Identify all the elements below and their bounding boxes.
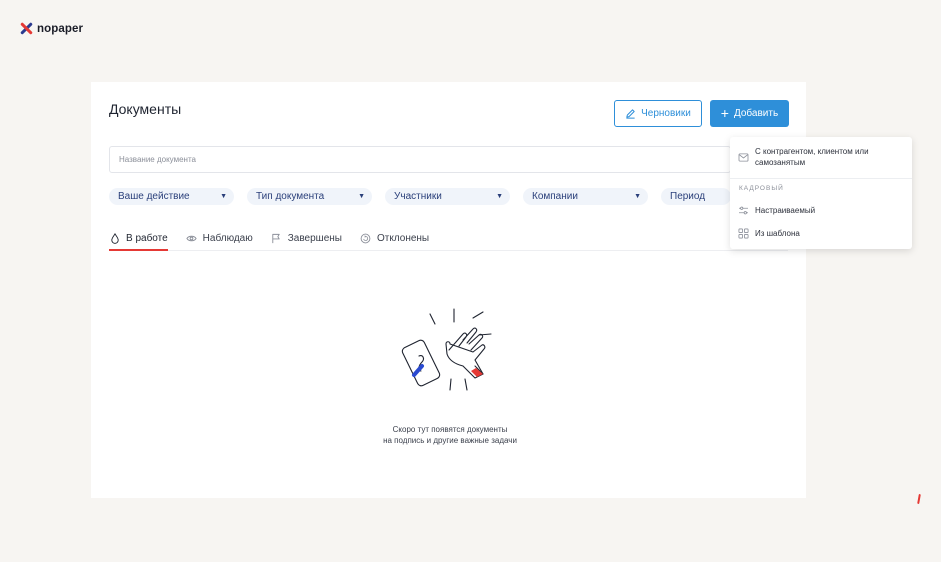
high-five-illustration xyxy=(401,308,492,391)
documents-card: Документы Черновики + Добавить Ваше дейс… xyxy=(91,82,806,498)
status-tabs: В работе Наблюдаю Завершены Отклонены xyxy=(109,226,788,251)
filter-label: Тип документа xyxy=(256,191,325,202)
filter-label: Участники xyxy=(394,191,442,202)
rotate-icon xyxy=(360,233,371,244)
tab-label: Завершены xyxy=(287,232,342,244)
add-button-label: Добавить xyxy=(733,108,779,119)
drafts-button-label: Черновики xyxy=(641,108,691,119)
logo-text: nopaper xyxy=(37,22,84,35)
chevron-down-icon: ▼ xyxy=(634,193,641,200)
chevron-down-icon: ▼ xyxy=(358,193,365,200)
filter-companies[interactable]: Компании ▼ xyxy=(523,188,648,205)
tab-watching[interactable]: Наблюдаю xyxy=(186,226,271,250)
logo-x-icon xyxy=(20,22,33,35)
chevron-down-icon: ▼ xyxy=(220,193,227,200)
add-menu: С контрагентом, клиентом или самозанятым… xyxy=(730,137,912,249)
menu-item-counterparty[interactable]: С контрагентом, клиентом или самозанятым xyxy=(738,146,905,168)
add-button[interactable]: + Добавить xyxy=(710,100,789,127)
eye-icon xyxy=(186,233,197,244)
filter-label: Компании xyxy=(532,191,578,202)
filter-document-type[interactable]: Тип документа ▼ xyxy=(247,188,372,205)
empty-state-line-1: Скоро тут появятся документы xyxy=(392,425,508,434)
document-search xyxy=(109,146,731,173)
page-title: Документы xyxy=(109,101,182,117)
sliders-icon xyxy=(738,205,749,216)
chevron-down-icon: ▼ xyxy=(496,193,503,200)
drop-icon xyxy=(109,232,120,244)
drafts-button[interactable]: Черновики xyxy=(614,100,702,127)
pencil-icon xyxy=(626,109,635,119)
menu-item-label: С контрагентом, клиентом или самозанятым xyxy=(755,147,869,167)
filter-your-action[interactable]: Ваше действие ▼ xyxy=(109,188,234,205)
filter-participants[interactable]: Участники ▼ xyxy=(385,188,510,205)
logo[interactable]: nopaper xyxy=(20,22,83,35)
filter-bar: Ваше действие ▼ Тип документа ▼ Участники ▼… xyxy=(109,188,731,205)
search-input[interactable] xyxy=(110,147,730,172)
menu-item-label: Настраиваемый xyxy=(755,206,816,215)
grid-icon xyxy=(738,228,749,239)
tab-rejected[interactable]: Отклонены xyxy=(360,226,447,250)
tab-label: В работе xyxy=(126,232,168,244)
menu-divider xyxy=(730,178,912,179)
tab-label: Наблюдаю xyxy=(202,232,253,244)
menu-item-custom[interactable]: Настраиваемый xyxy=(738,205,815,216)
flag-icon xyxy=(271,233,282,244)
empty-state-line-2: на подпись и другие важные задачи xyxy=(383,436,517,445)
filter-period[interactable]: Период xyxy=(661,188,731,205)
plus-icon: + xyxy=(720,105,729,121)
envelope-icon xyxy=(738,152,749,163)
filter-label: Период xyxy=(670,191,706,202)
menu-item-template[interactable]: Из шаблона xyxy=(738,228,800,239)
tab-in-progress[interactable]: В работе xyxy=(109,226,186,251)
filter-label: Ваше действие xyxy=(118,191,190,202)
empty-state-message: Скоро тут появятся документы на подпись … xyxy=(321,424,579,446)
menu-item-label: Из шаблона xyxy=(755,229,800,238)
tab-completed[interactable]: Завершены xyxy=(271,226,360,250)
menu-section-hr: КАДРОВЫЙ xyxy=(739,185,784,192)
tab-label: Отклонены xyxy=(376,232,430,244)
corner-accent-mark xyxy=(917,493,921,505)
